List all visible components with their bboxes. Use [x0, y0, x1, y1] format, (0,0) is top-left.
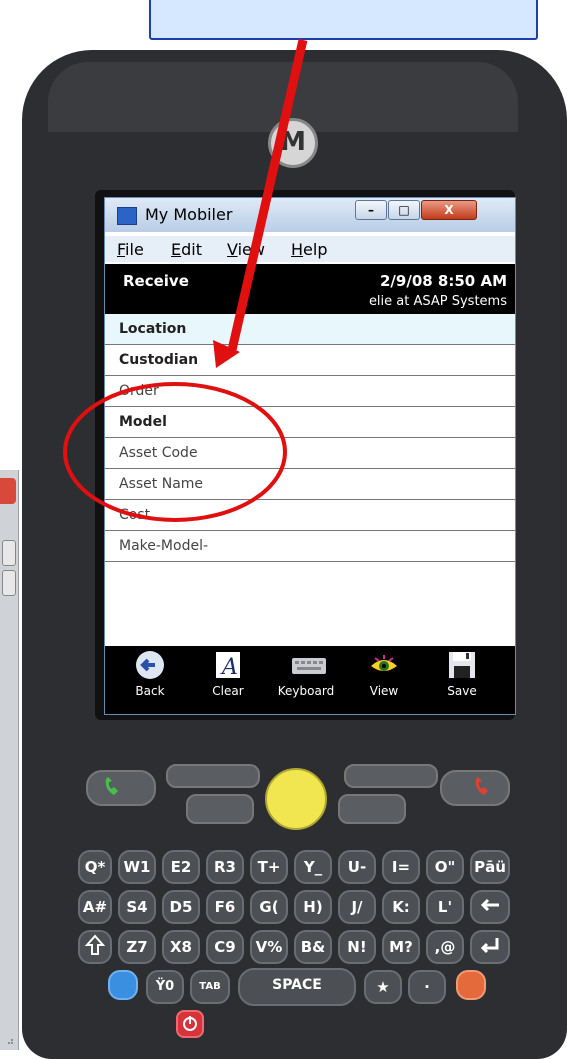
annotation-overlay: [63, 38, 308, 522]
annotation-arrow: [227, 38, 308, 352]
annotation-circle: [63, 382, 287, 522]
